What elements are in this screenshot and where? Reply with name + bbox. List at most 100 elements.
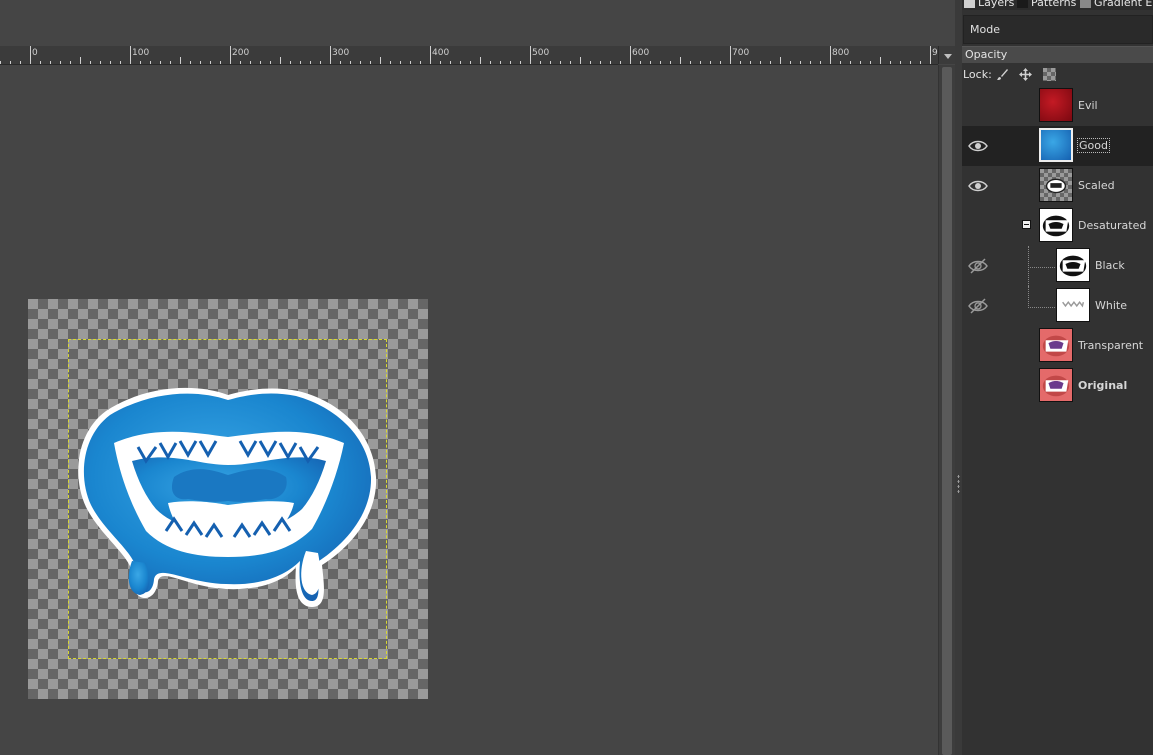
ruler-tick (800, 61, 801, 64)
ruler-tick (730, 46, 731, 64)
layers-panel: LayersPatternsGradient Edi Mode Opacity … (962, 0, 1153, 755)
ruler-tick (770, 61, 771, 64)
tab-label: Layers (978, 0, 1015, 9)
layer-name[interactable]: Scaled (1078, 179, 1115, 192)
ruler-tick (280, 57, 281, 64)
ruler-tick (460, 61, 461, 64)
ruler-tick (270, 61, 271, 64)
layer-row-good[interactable]: Good (962, 126, 1153, 166)
ruler-tick (710, 61, 711, 64)
layer-row-black[interactable]: Black (962, 246, 1153, 286)
tab-gradient-edi[interactable]: Gradient Edi (1080, 0, 1153, 10)
ruler-tick (880, 57, 881, 64)
ruler-tick (840, 61, 841, 64)
ruler-tick (830, 46, 831, 64)
ruler-label: 0 (32, 48, 38, 58)
ruler-tick (290, 61, 291, 64)
ruler-tick (550, 61, 551, 64)
ruler-tick (220, 61, 221, 64)
eye-hidden-icon[interactable] (968, 258, 988, 274)
ruler-tick (740, 61, 741, 64)
layer-thumbnail[interactable] (1039, 328, 1073, 362)
tab-layers[interactable]: Layers (964, 0, 1014, 10)
horizontal-ruler[interactable]: 010020030040050060070080090 (0, 46, 938, 65)
layer-row-scaled[interactable]: Scaled (962, 166, 1153, 206)
ruler-tick (20, 61, 21, 64)
layer-row-transparent[interactable]: Transparent (962, 326, 1153, 366)
ruler-tick (470, 61, 471, 64)
ruler-tick (780, 57, 781, 64)
ruler-tick (340, 61, 341, 64)
layer-name[interactable]: Original (1078, 379, 1127, 392)
layer-name[interactable]: Black (1095, 259, 1125, 272)
layer-row-original[interactable]: Original (962, 366, 1153, 406)
ruler-tick (170, 61, 171, 64)
eye-hidden-icon[interactable] (968, 298, 988, 314)
layer-thumbnail[interactable] (1056, 288, 1090, 322)
layer-name[interactable]: White (1095, 299, 1127, 312)
ruler-tick (140, 61, 141, 64)
navigate-button[interactable] (938, 46, 956, 64)
layer-thumbnail[interactable] (1039, 128, 1073, 162)
tree-line (1028, 246, 1029, 286)
ruler-tick (40, 61, 41, 64)
ruler-tick (60, 61, 61, 64)
opacity-slider[interactable]: Opacity (962, 46, 1153, 63)
eye-icon[interactable] (968, 138, 988, 154)
ruler-label: 700 (732, 48, 750, 58)
ruler-tick (450, 61, 451, 64)
collapse-icon[interactable] (1022, 220, 1031, 229)
ruler-tick (680, 57, 681, 64)
ruler-tick (350, 61, 351, 64)
ruler-tick (420, 61, 421, 64)
ruler-tick (570, 61, 571, 64)
ruler-tick (120, 61, 121, 64)
layer-row-evil[interactable]: Evil (962, 86, 1153, 126)
ruler-tick (50, 61, 51, 64)
ruler-tick (670, 61, 671, 64)
ruler-tick (510, 61, 511, 64)
ruler-tick (400, 61, 401, 64)
visibility-toggle[interactable] (968, 98, 988, 114)
tab-patterns[interactable]: Patterns (1017, 0, 1076, 10)
ruler-tick (850, 61, 851, 64)
ruler-tick (520, 61, 521, 64)
visibility-toggle[interactable] (968, 218, 988, 234)
move-icon[interactable] (1019, 68, 1032, 81)
ruler-tick (480, 57, 481, 64)
paintbrush-icon[interactable] (996, 68, 1009, 81)
ruler-tick (440, 61, 441, 64)
ruler-tick (150, 61, 151, 64)
ruler-tick (640, 61, 641, 64)
layer-row-white[interactable]: White (962, 286, 1153, 326)
layer-name[interactable]: Good (1077, 138, 1110, 153)
layer-thumbnail[interactable] (1039, 208, 1073, 242)
panel-divider[interactable] (955, 0, 962, 755)
layer-thumbnail[interactable] (1039, 168, 1073, 202)
layer-thumbnail[interactable] (1039, 368, 1073, 402)
layer-name[interactable]: Desaturated (1078, 219, 1146, 232)
ruler-tick (230, 46, 231, 64)
layer-row-desaturated[interactable]: Desaturated (962, 206, 1153, 246)
ruler-tick (720, 61, 721, 64)
ruler-tick (160, 61, 161, 64)
mode-select[interactable]: Mode (963, 15, 1153, 44)
ruler-tick (700, 61, 701, 64)
layer-name[interactable]: Evil (1078, 99, 1098, 112)
ruler-label: 200 (232, 48, 250, 58)
alpha-checker-icon[interactable] (1043, 68, 1056, 81)
ruler-tick (590, 61, 591, 64)
visibility-toggle[interactable] (968, 378, 988, 394)
layer-thumbnail[interactable] (1056, 248, 1090, 282)
ruler-tick (90, 61, 91, 64)
layer-name[interactable]: Transparent (1078, 339, 1143, 352)
ruler-tick (870, 61, 871, 64)
eye-icon[interactable] (968, 178, 988, 194)
ruler-tick (930, 46, 931, 64)
ruler-label: 400 (432, 48, 450, 58)
scrollbar-thumb[interactable] (942, 67, 952, 755)
vertical-scrollbar[interactable] (938, 65, 956, 755)
visibility-toggle[interactable] (968, 338, 988, 354)
layer-thumbnail[interactable] (1039, 88, 1073, 122)
ruler-tick (360, 61, 361, 64)
